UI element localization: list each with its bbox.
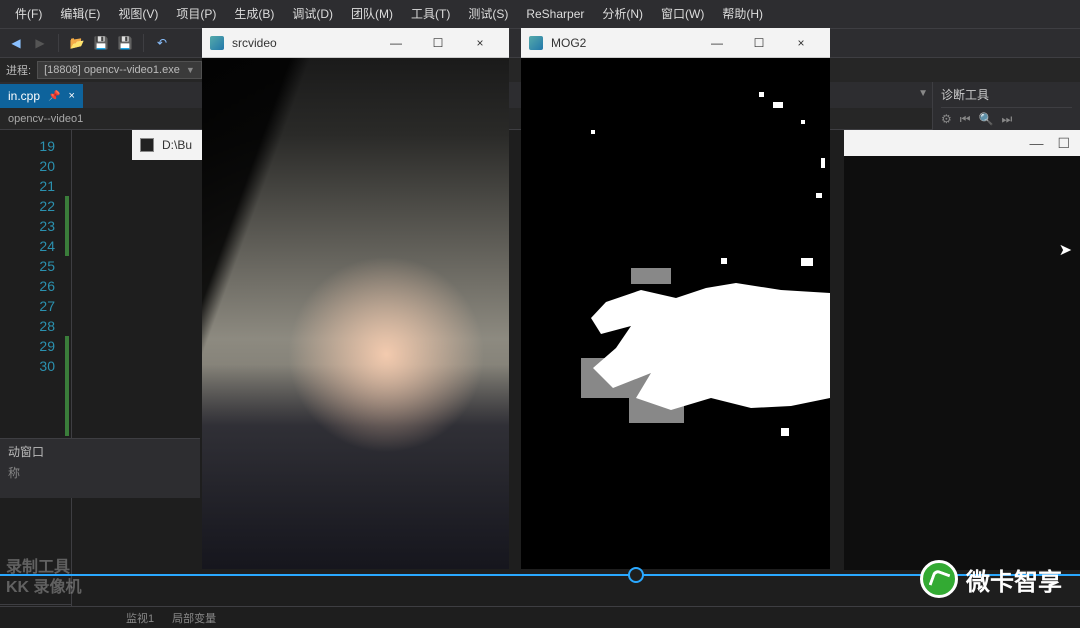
undo-button[interactable]: ↶ bbox=[152, 33, 172, 53]
diagnostics-title: 诊断工具 bbox=[941, 86, 1072, 108]
line-number: 28 bbox=[0, 316, 71, 336]
zoom-icon[interactable]: 🔍 bbox=[979, 112, 994, 127]
next-icon[interactable]: ⏭ bbox=[1002, 112, 1013, 127]
diagnostics-toolbar: ⚙ ⏮ 🔍 ⏭ bbox=[941, 112, 1072, 127]
status-item[interactable]: 局部变量 bbox=[172, 610, 216, 626]
wechat-icon bbox=[920, 560, 958, 598]
line-gutter: 19 20 21 22 23 24 25 26 27 28 29 30 0 % … bbox=[0, 130, 72, 628]
window-title: MOG2 bbox=[551, 36, 696, 50]
opencv-icon bbox=[210, 36, 224, 50]
process-value: [18808] opencv--video1.exe bbox=[44, 64, 180, 76]
console-icon bbox=[140, 138, 154, 152]
menu-item[interactable]: 编辑(E) bbox=[51, 0, 109, 28]
minimize-button[interactable]: — bbox=[375, 29, 417, 57]
maximize-button[interactable]: ☐ bbox=[1057, 135, 1070, 152]
mask-frame bbox=[521, 58, 830, 569]
process-selector[interactable]: [18808] opencv--video1.exe ▼ bbox=[37, 61, 202, 79]
pin-icon[interactable]: 📌 bbox=[48, 91, 60, 102]
chevron-down-icon: ▼ bbox=[186, 65, 195, 75]
foreground-mask bbox=[521, 58, 830, 569]
close-icon[interactable]: × bbox=[68, 90, 74, 102]
close-button[interactable]: × bbox=[780, 29, 822, 57]
menu-item[interactable]: 生成(B) bbox=[225, 0, 283, 28]
menu-item[interactable]: 工具(T) bbox=[402, 0, 459, 28]
titlebar[interactable]: MOG2 — ☐ × bbox=[521, 28, 830, 58]
menu-item[interactable]: 视图(V) bbox=[109, 0, 167, 28]
tab-active[interactable]: in.cpp 📌 × bbox=[0, 84, 83, 108]
blank-child-window[interactable]: — ☐ bbox=[844, 130, 1080, 570]
timeline-playhead[interactable] bbox=[628, 567, 644, 583]
auto-window-title: 动窗口 bbox=[8, 443, 192, 460]
crumb-project[interactable]: opencv--video1 bbox=[8, 113, 83, 125]
line-number: 19 bbox=[0, 136, 71, 156]
minimize-button[interactable]: — bbox=[1029, 135, 1043, 151]
brand-watermark: 微卡智享 bbox=[920, 560, 1062, 598]
save-button[interactable]: 💾 bbox=[91, 33, 111, 53]
change-bar bbox=[65, 196, 69, 256]
maximize-button[interactable]: ☐ bbox=[417, 29, 459, 57]
open-button[interactable]: 📂 bbox=[67, 33, 87, 53]
line-number: 30 bbox=[0, 356, 71, 376]
change-bar bbox=[65, 336, 69, 436]
menu-item[interactable]: ReSharper bbox=[517, 0, 593, 28]
line-number: 27 bbox=[0, 296, 71, 316]
recorder-watermark: 录制工具 KK 录像机 bbox=[6, 558, 82, 598]
menu-item[interactable]: 窗口(W) bbox=[652, 0, 713, 28]
nav-fwd-button[interactable]: ▶ bbox=[30, 33, 50, 53]
video-frame bbox=[202, 58, 509, 569]
gear-icon[interactable]: ⚙ bbox=[941, 112, 952, 127]
status-item[interactable]: 监视1 bbox=[126, 610, 154, 626]
line-number: 25 bbox=[0, 256, 71, 276]
auto-window-col: 称 bbox=[8, 464, 192, 481]
line-number: 22 bbox=[0, 196, 71, 216]
menu-item[interactable]: 件(F) bbox=[6, 0, 51, 28]
line-number: 24 bbox=[0, 236, 71, 256]
menu-item[interactable]: 团队(M) bbox=[342, 0, 402, 28]
tab-label: in.cpp bbox=[8, 89, 40, 103]
menu-item[interactable]: 调试(D) bbox=[283, 0, 342, 28]
mog2-window[interactable]: MOG2 — ☐ × bbox=[521, 28, 830, 569]
prev-icon[interactable]: ⏮ bbox=[960, 112, 971, 127]
dropdown-icon[interactable]: ▼ bbox=[918, 88, 928, 99]
line-number: 20 bbox=[0, 156, 71, 176]
line-number: 29 bbox=[0, 336, 71, 356]
close-button[interactable]: × bbox=[459, 29, 501, 57]
auto-window: 动窗口 称 bbox=[0, 438, 200, 498]
opencv-icon bbox=[529, 36, 543, 50]
timeline[interactable] bbox=[0, 564, 1080, 586]
saveall-button[interactable]: 💾 bbox=[115, 33, 135, 53]
menu-item[interactable]: 测试(S) bbox=[459, 0, 517, 28]
srcvideo-window[interactable]: srcvideo — ☐ × bbox=[202, 28, 509, 569]
brand-text: 微卡智享 bbox=[966, 562, 1062, 597]
menu-bar: 件(F) 编辑(E) 视图(V) 项目(P) 生成(B) 调试(D) 团队(M)… bbox=[0, 0, 1080, 28]
maximize-button[interactable]: ☐ bbox=[738, 29, 780, 57]
console-title: D:\Bu bbox=[162, 138, 192, 152]
titlebar[interactable]: srcvideo — ☐ × bbox=[202, 28, 509, 58]
line-number: 26 bbox=[0, 276, 71, 296]
nav-back-button[interactable]: ◀ bbox=[6, 33, 26, 53]
mouse-cursor-icon: ➤ bbox=[1059, 240, 1072, 260]
status-bar: 监视1 局部变量 bbox=[0, 606, 1080, 628]
menu-item[interactable]: 帮助(H) bbox=[713, 0, 772, 28]
menu-item[interactable]: 项目(P) bbox=[167, 0, 225, 28]
process-label: 进程: bbox=[6, 62, 31, 78]
menu-item[interactable]: 分析(N) bbox=[593, 0, 652, 28]
window-title: srcvideo bbox=[232, 36, 375, 50]
minimize-button[interactable]: — bbox=[696, 29, 738, 57]
timeline-track[interactable] bbox=[0, 574, 1080, 576]
line-number: 23 bbox=[0, 216, 71, 236]
line-number: 21 bbox=[0, 176, 71, 196]
